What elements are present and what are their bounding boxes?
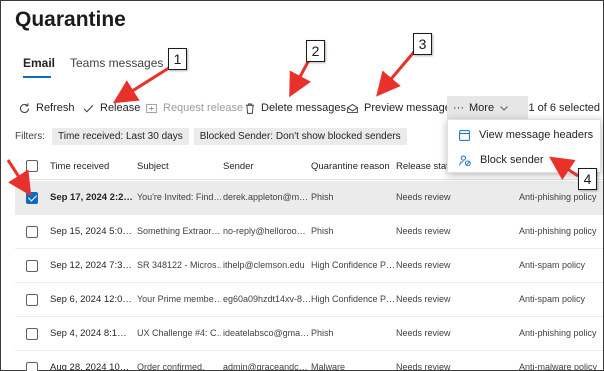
callout-4: 4: [578, 168, 597, 190]
release-button[interactable]: Release: [82, 96, 140, 120]
message-headers-icon: [459, 129, 470, 141]
cell-subject: SR 348122 - Micros…: [137, 260, 221, 270]
row-checkbox[interactable]: [26, 260, 38, 272]
cell-policy: Anti-phishing policy: [519, 328, 597, 338]
cell-policy: Anti-spam policy: [519, 260, 586, 270]
cell-subject: Your Prime membe…: [137, 294, 221, 304]
cell-time-received: Sep 6, 2024 12:0…: [50, 294, 132, 305]
tab-email[interactable]: Email: [23, 56, 55, 70]
row-checkbox[interactable]: [26, 328, 38, 340]
cell-subject: You're Invited: Find…: [137, 192, 221, 202]
filters-bar: Filters: Time received: Last 30 days Blo…: [15, 127, 407, 145]
table-row[interactable]: Sep 4, 2024 8:1… UX Challenge #4: C… ide…: [15, 317, 603, 351]
delete-messages-button[interactable]: Delete messages: [244, 96, 346, 120]
cell-quarantine-reason: High Confidence P…: [311, 294, 395, 304]
table-row[interactable]: Sep 15, 2024 5:0… Something Extraor… no-…: [15, 215, 603, 249]
table-row[interactable]: Sep 17, 2024 2:2… You're Invited: Find… …: [15, 181, 603, 215]
cell-quarantine-reason: Phish: [311, 328, 334, 338]
request-release-icon: [146, 103, 157, 113]
more-dropdown-menu: View message headers Block sender: [447, 119, 601, 173]
selection-count: 1 of 6 selected: [528, 102, 600, 114]
preview-message-button[interactable]: Preview message: [346, 96, 451, 120]
refresh-label: Refresh: [36, 102, 75, 114]
callout-3: 3: [413, 33, 432, 55]
row-checkbox[interactable]: [26, 362, 38, 371]
callout-2: 2: [306, 40, 325, 62]
row-checkbox[interactable]: [26, 192, 38, 204]
row-checkbox[interactable]: [26, 226, 38, 238]
more-button[interactable]: ··· More: [447, 96, 528, 120]
tab-teams-messages[interactable]: Teams messages: [70, 56, 163, 70]
cell-quarantine-reason: Phish: [311, 226, 334, 236]
block-person-icon: [459, 154, 471, 166]
refresh-button[interactable]: Refresh: [18, 96, 75, 120]
column-header-subject[interactable]: Subject: [137, 161, 221, 172]
cell-subject: UX Challenge #4: C…: [137, 328, 221, 338]
cell-time-received: Sep 15, 2024 5:0…: [50, 226, 132, 237]
more-dots-icon: ···: [453, 102, 464, 114]
menu-item-view-message-headers[interactable]: View message headers: [448, 123, 602, 147]
cell-policy: Anti-malware policy: [519, 362, 598, 371]
cell-time-received: Sep 12, 2024 7:3…: [50, 260, 132, 271]
cell-quarantine-reason: Phish: [311, 192, 334, 202]
trash-icon: [245, 103, 255, 114]
cell-release-status: Needs review: [396, 328, 451, 338]
cell-policy: Anti-phishing policy: [519, 192, 597, 202]
request-release-label: Request release: [163, 102, 244, 114]
checkmark-icon: [83, 104, 94, 113]
cell-quarantine-reason: Malware: [311, 362, 346, 371]
page-title: Quarantine: [15, 8, 126, 31]
active-tab-underline: [23, 76, 51, 78]
refresh-icon: [19, 102, 30, 113]
release-label: Release: [100, 102, 141, 114]
cell-sender: derek.appleton@m…: [223, 192, 309, 202]
table-row[interactable]: Aug 28, 2024 10… Order confirmed. admin@…: [15, 351, 603, 371]
cell-quarantine-reason: High Confidence P…: [311, 260, 395, 270]
cell-sender: no-reply@helloroo…: [223, 226, 306, 236]
cell-release-status: Needs review: [396, 362, 451, 371]
cell-sender: ithelp@clemson.edu: [223, 260, 305, 270]
cell-release-status: Needs review: [396, 192, 451, 202]
menu-item-label: View message headers: [479, 129, 594, 141]
cell-sender: eg60a09hzdt14xv-8…: [223, 294, 311, 304]
row-checkbox[interactable]: [26, 294, 38, 306]
cell-sender: admin@graceandc…: [223, 362, 308, 371]
cell-sender: ideatelabsco@gma…: [223, 328, 310, 338]
column-header-quarantine-reason[interactable]: Quarantine reason: [311, 161, 395, 172]
menu-item-label: Block sender: [480, 154, 544, 166]
cell-policy: Anti-spam policy: [519, 294, 586, 304]
cell-time-received: Sep 17, 2024 2:2…: [50, 192, 133, 203]
toolbar: Refresh Release Request release Delete m…: [15, 96, 600, 120]
table-row[interactable]: Sep 12, 2024 7:3… SR 348122 - Micros… it…: [15, 249, 603, 283]
cell-release-status: Needs review: [396, 226, 451, 236]
select-all-checkbox[interactable]: [26, 160, 38, 172]
filter-chip-time-received[interactable]: Time received: Last 30 days: [52, 127, 189, 145]
preview-message-label: Preview message: [364, 102, 451, 114]
filters-label: Filters:: [15, 130, 45, 142]
request-release-button[interactable]: Request release: [145, 96, 243, 120]
cell-subject: Something Extraor…: [137, 226, 221, 236]
callout-1: 1: [168, 48, 187, 70]
envelope-open-icon: [347, 103, 358, 113]
column-header-sender[interactable]: Sender: [223, 161, 311, 172]
more-label: More: [469, 102, 495, 114]
table-row[interactable]: Sep 6, 2024 12:0… Your Prime membe… eg60…: [15, 283, 603, 317]
cell-time-received: Aug 28, 2024 10…: [50, 362, 130, 371]
delete-messages-label: Delete messages: [261, 102, 346, 114]
chevron-down-icon: [500, 106, 508, 111]
cell-release-status: Needs review: [396, 294, 451, 304]
cell-release-status: Needs review: [396, 260, 451, 270]
column-header-time-received[interactable]: Time received: [50, 161, 136, 172]
filter-chip-blocked-sender[interactable]: Blocked Sender: Don't show blocked sende…: [193, 127, 407, 145]
cell-time-received: Sep 4, 2024 8:1…: [50, 328, 127, 339]
cell-subject: Order confirmed.: [137, 362, 205, 371]
cell-policy: Anti-phishing policy: [519, 226, 597, 236]
